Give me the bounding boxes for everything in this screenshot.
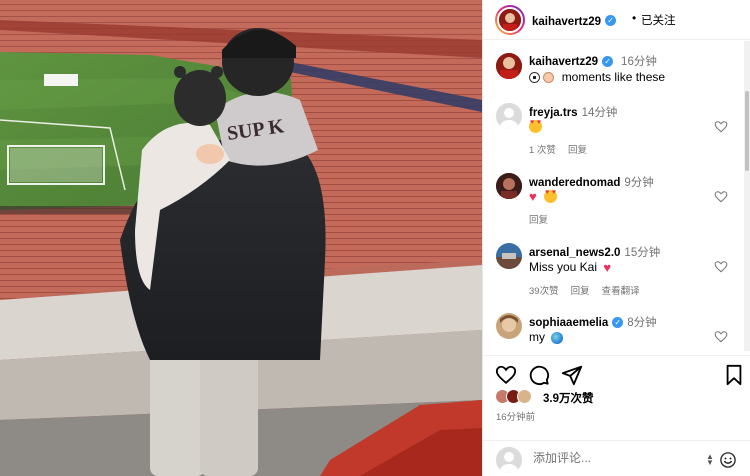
follow-status-button[interactable]: 已关注 bbox=[641, 12, 676, 28]
smiley-icon[interactable] bbox=[719, 451, 737, 469]
comment-item: freyja.trs14分钟 1 次赞 回复 bbox=[483, 101, 745, 163]
commenter-username[interactable]: sophiaaemelia bbox=[529, 317, 608, 329]
comment-like-count[interactable]: 39次赞 bbox=[529, 286, 559, 297]
comment-text-row: Miss you Kai ♥ bbox=[529, 260, 611, 274]
reply-button[interactable]: 回复 bbox=[529, 215, 548, 226]
comment-bubble-icon[interactable] bbox=[528, 364, 550, 386]
comment-time: 8分钟 bbox=[627, 317, 657, 329]
post-header: kaihavertz29 ✓ • 已关注 bbox=[483, 0, 750, 40]
likes-count[interactable]: 3.9万次赞 bbox=[543, 390, 594, 406]
comment-time: 9分钟 bbox=[624, 177, 654, 189]
comment-item: sophiaaemelia ✓ 8分钟 my bbox=[483, 311, 745, 351]
author-name-group: kaihavertz29 ✓ bbox=[532, 12, 617, 30]
stadium-photo-illustration: SUP K bbox=[0, 0, 482, 476]
default-avatar-icon bbox=[496, 447, 522, 473]
comment-head: wanderednomad 9分钟 bbox=[529, 174, 654, 190]
comment-text: ♥ bbox=[529, 189, 558, 205]
comment-time: 14分钟 bbox=[581, 107, 618, 119]
verified-badge-icon: ✓ bbox=[602, 56, 614, 68]
baby-icon bbox=[543, 72, 555, 84]
heart-eyes-emoji-icon bbox=[544, 189, 558, 204]
caption-text-row: moments like these bbox=[529, 70, 665, 84]
separator-dot: • bbox=[632, 11, 637, 25]
commenter-username[interactable]: freyja.trs bbox=[529, 107, 578, 119]
commenter-username[interactable]: wanderednomad bbox=[529, 177, 620, 189]
red-heart-emoji-icon: ♥ bbox=[529, 189, 537, 205]
author-avatar[interactable] bbox=[495, 5, 525, 35]
default-avatar-icon bbox=[496, 103, 522, 129]
avatar-image bbox=[496, 53, 522, 79]
see-translation-button[interactable]: 查看翻译 bbox=[602, 286, 640, 297]
current-user-avatar bbox=[496, 447, 522, 473]
avatar-image bbox=[496, 313, 522, 339]
caption-time: 16分钟 bbox=[621, 56, 657, 68]
caption-author-avatar[interactable] bbox=[496, 53, 522, 79]
commenter-username[interactable]: arsenal_news2.0 bbox=[529, 247, 620, 259]
post-action-bar bbox=[483, 355, 750, 386]
post-timestamp: 16分钟前 bbox=[496, 412, 536, 423]
reply-button[interactable]: 回复 bbox=[571, 286, 590, 297]
comment-meta: 39次赞 回复 查看翻译 bbox=[529, 283, 652, 297]
like-comment-heart-icon[interactable] bbox=[714, 190, 728, 204]
bookmark-icon[interactable] bbox=[723, 364, 745, 386]
post-photo[interactable]: SUP K bbox=[0, 0, 482, 476]
commenter-avatar[interactable] bbox=[496, 243, 522, 269]
commenter-avatar[interactable] bbox=[496, 313, 522, 339]
avatar-image bbox=[496, 173, 522, 199]
likes-row[interactable]: 3.9万次赞 bbox=[495, 388, 745, 406]
comment-text-row: my bbox=[529, 330, 564, 344]
soccer-ball-icon bbox=[529, 72, 540, 84]
heart-icon[interactable] bbox=[495, 364, 517, 386]
avatar-image bbox=[499, 9, 521, 31]
scrollbar-thumb[interactable] bbox=[745, 91, 749, 171]
comment-head: freyja.trs 14分钟 bbox=[529, 104, 617, 120]
caption: kaihavertz29 ✓ 16分钟 moments like these bbox=[483, 49, 745, 99]
avatar-image bbox=[496, 243, 522, 269]
red-heart-emoji-icon: ♥ bbox=[603, 260, 612, 276]
caption-head: kaihavertz29 ✓ 16分钟 bbox=[529, 53, 657, 69]
commenter-avatar[interactable] bbox=[496, 173, 522, 199]
paper-plane-icon[interactable] bbox=[561, 364, 583, 386]
comments-list[interactable]: kaihavertz29 ✓ 16分钟 moments like these fre… bbox=[483, 41, 745, 351]
comments-scrollbar[interactable] bbox=[744, 41, 750, 351]
caption-text: moments like these bbox=[561, 70, 666, 84]
like-comment-heart-icon[interactable] bbox=[714, 330, 728, 344]
comment-meta: 1 次赞 回复 bbox=[529, 142, 599, 156]
commenter-avatar[interactable] bbox=[496, 103, 522, 129]
add-comment-bar: ▲▼ bbox=[483, 440, 750, 476]
like-comment-heart-icon[interactable] bbox=[714, 120, 728, 134]
add-comment-input[interactable] bbox=[533, 451, 703, 465]
comment-like-count[interactable]: 1 次赞 bbox=[529, 145, 556, 156]
comment-time: 15分钟 bbox=[624, 247, 661, 259]
comment-text: Miss you Kai bbox=[529, 260, 598, 274]
comment-text: my bbox=[529, 330, 545, 344]
liker-avatar bbox=[517, 389, 532, 404]
post-side-panel: kaihavertz29 ✓ • 已关注 kaihavertz29 ✓ 16分钟 mo… bbox=[482, 0, 750, 476]
heart-eyes-emoji-icon bbox=[529, 119, 542, 134]
caption-username[interactable]: kaihavertz29 bbox=[529, 56, 598, 68]
author-username[interactable]: kaihavertz29 bbox=[532, 16, 601, 28]
globe-emoji-icon bbox=[551, 331, 564, 344]
comment-item: arsenal_news2.0 15分钟 Miss you Kai ♥ 39次赞 回… bbox=[483, 241, 745, 303]
comment-text bbox=[529, 119, 542, 134]
comment-head: sophiaaemelia ✓ 8分钟 bbox=[529, 314, 657, 330]
comment-meta: 回复 bbox=[529, 212, 560, 226]
comment-item: wanderednomad 9分钟 ♥ 回复 bbox=[483, 171, 745, 233]
comment-head: arsenal_news2.0 15分钟 bbox=[529, 244, 660, 260]
resize-handle-icon[interactable]: ▲ ▼ bbox=[706, 453, 714, 467]
verified-badge-icon: ✓ bbox=[605, 15, 617, 27]
like-comment-heart-icon[interactable] bbox=[714, 260, 728, 274]
verified-badge-icon: ✓ bbox=[612, 317, 624, 329]
reply-button[interactable]: 回复 bbox=[568, 145, 587, 156]
